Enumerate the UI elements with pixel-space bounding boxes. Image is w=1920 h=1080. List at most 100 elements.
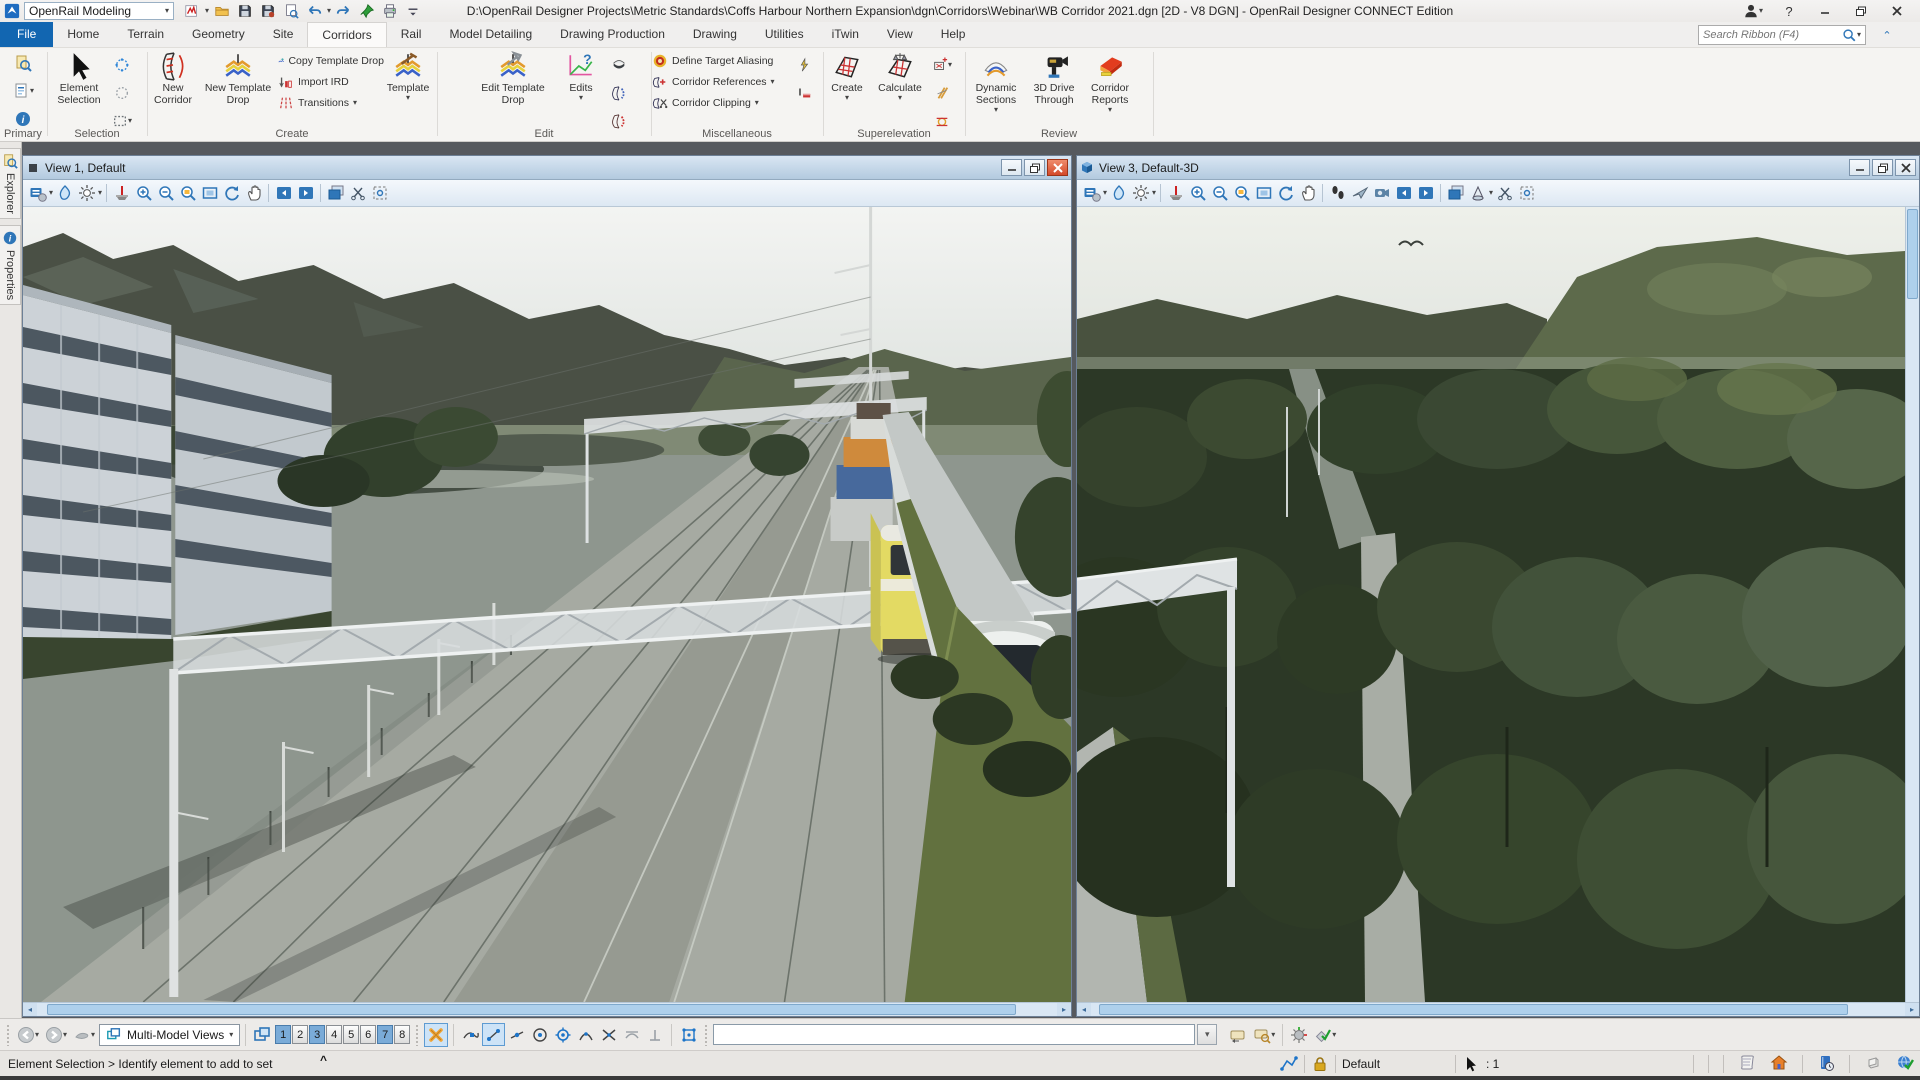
scis-button[interactable]: [347, 183, 368, 204]
printer-button[interactable]: [380, 1, 400, 21]
superelevation-create-button[interactable]: Create ▾: [824, 50, 870, 103]
corridor-clipping-button[interactable]: Corridor Clipping ▾: [652, 94, 790, 112]
template-button[interactable]: Template ▾: [384, 50, 432, 103]
view-toggle-8[interactable]: 8: [394, 1025, 411, 1044]
chevron-down-icon[interactable]: ▾: [1489, 189, 1493, 197]
zout-button[interactable]: [1209, 183, 1230, 204]
view-toggle-6[interactable]: 6: [360, 1025, 377, 1044]
scroll-left-arrow[interactable]: ◂: [23, 1003, 37, 1016]
va-button[interactable]: [27, 183, 48, 204]
view3-vscrollbar[interactable]: [1905, 207, 1919, 1002]
misc-bolt-button[interactable]: [794, 53, 814, 77]
tab-geometry[interactable]: Geometry: [178, 22, 259, 47]
save-button[interactable]: [235, 1, 255, 21]
view3-minimize-button[interactable]: [1849, 159, 1870, 176]
sb-scroll-button[interactable]: [1738, 1054, 1756, 1075]
pan-button[interactable]: [243, 183, 264, 204]
dynamic-sections-button[interactable]: Dynamic Sections ▾: [966, 50, 1026, 115]
key-in-input[interactable]: [713, 1024, 1196, 1045]
sun-button[interactable]: [1130, 183, 1151, 204]
chevron-down-icon[interactable]: ▾: [327, 7, 331, 15]
printpre-button[interactable]: [281, 1, 301, 21]
element-selection-button[interactable]: Element Selection: [48, 50, 110, 107]
tab-drawing-production[interactable]: Drawing Production: [546, 22, 679, 47]
superelevation-editor-button[interactable]: ▾: [930, 53, 954, 77]
selection-ellipse-button[interactable]: [110, 53, 134, 77]
view3-titlebar[interactable]: View 3, Default-3D: [1077, 156, 1919, 180]
account-button[interactable]: ▾: [1740, 2, 1766, 20]
sb-cube-button[interactable]: [1864, 1054, 1882, 1075]
stamp-button[interactable]: [1165, 183, 1186, 204]
scroll-right-arrow[interactable]: ▸: [1057, 1003, 1071, 1016]
accusnap-toggle-button[interactable]: [677, 1023, 700, 1046]
saved-views-button[interactable]: ▾: [71, 1023, 97, 1047]
tab-utilities[interactable]: Utilities: [751, 22, 818, 47]
restore-button[interactable]: [1848, 2, 1874, 20]
copyview-button[interactable]: [1445, 183, 1466, 204]
zin-button[interactable]: [133, 183, 154, 204]
copyview-button[interactable]: [325, 183, 346, 204]
chevron-down-icon[interactable]: ▾: [49, 189, 53, 197]
view1-titlebar[interactable]: View 1, Default: [23, 156, 1071, 180]
active-tool-button[interactable]: [424, 1022, 449, 1047]
search-icon[interactable]: [1841, 27, 1857, 43]
corridor-reports-button[interactable]: Corridor Reports ▾: [1082, 50, 1138, 115]
dock-tab-explorer[interactable]: Explorer: [0, 148, 21, 219]
dstyle-button[interactable]: [1108, 183, 1129, 204]
edit-template-drop-button[interactable]: Edit Template Drop: [473, 50, 553, 107]
rot-button[interactable]: [1275, 183, 1296, 204]
snap-perp-button[interactable]: [643, 1023, 666, 1046]
workflow-selector[interactable]: OpenRail Modeling ▾: [24, 2, 174, 20]
view1-minimize-button[interactable]: [1001, 159, 1022, 176]
superelevation-calculate-button[interactable]: Calculate ▾: [872, 50, 928, 103]
view1-viewport[interactable]: [23, 207, 1071, 1002]
view-toggle-7[interactable]: 7: [377, 1025, 394, 1044]
manage-view-groups-button[interactable]: [251, 1023, 273, 1047]
rot-button[interactable]: [221, 183, 242, 204]
pan-button[interactable]: [1297, 183, 1318, 204]
position-mapping-button[interactable]: ▾: [1251, 1023, 1277, 1047]
stamp-button[interactable]: [111, 183, 132, 204]
tab-model-detailing[interactable]: Model Detailing: [435, 22, 546, 47]
view1-close-button[interactable]: [1047, 159, 1068, 176]
zwin-button[interactable]: [1231, 183, 1252, 204]
qmore-button[interactable]: [403, 1, 423, 21]
locks-icon[interactable]: [1311, 1055, 1329, 1073]
snap-origin-button[interactable]: [551, 1023, 574, 1046]
sb-notes-button[interactable]: [1817, 1054, 1835, 1075]
cmask-button[interactable]: [369, 183, 390, 204]
tab-view[interactable]: View: [873, 22, 927, 47]
tab-drawing[interactable]: Drawing: [679, 22, 751, 47]
selection-circle-button[interactable]: [110, 81, 134, 105]
zwin-button[interactable]: [177, 183, 198, 204]
tab-corridors[interactable]: Corridors: [307, 22, 387, 47]
properties-button[interactable]: ▾: [10, 79, 36, 103]
chevron-down-icon[interactable]: ▾: [98, 189, 102, 197]
transitions-button[interactable]: Transitions ▾: [278, 94, 384, 112]
tab-itwin[interactable]: iTwin: [818, 22, 873, 47]
toggles-button[interactable]: ▾: [1312, 1023, 1338, 1047]
view3-restore-button[interactable]: [1872, 159, 1893, 176]
snap-int-button[interactable]: [597, 1023, 620, 1046]
search-ribbon-input[interactable]: [1703, 29, 1841, 41]
edit-key-stations-button[interactable]: [609, 81, 629, 105]
vnext-button[interactable]: [295, 183, 316, 204]
view3-close-button[interactable]: [1895, 159, 1916, 176]
new-template-drop-button[interactable]: New Template Drop: [198, 50, 278, 107]
snap-mid-button[interactable]: [505, 1023, 528, 1046]
snap-bisector-button[interactable]: [574, 1023, 597, 1046]
key-in-dropdown-button[interactable]: ▾: [1197, 1024, 1218, 1045]
snap-center-button[interactable]: [528, 1023, 551, 1046]
scroll-left-arrow[interactable]: ◂: [1077, 1003, 1091, 1016]
snap-near-button[interactable]: [459, 1023, 482, 1046]
close-button[interactable]: [1884, 2, 1910, 20]
view3-hscrollbar[interactable]: ◂ ▸: [1077, 1002, 1919, 1016]
view1-hscrollbar[interactable]: ◂ ▸: [23, 1002, 1071, 1016]
tab-help[interactable]: Help: [927, 22, 980, 47]
zin-button[interactable]: [1187, 183, 1208, 204]
explorer-button[interactable]: [12, 51, 34, 75]
sb-globe-button[interactable]: [1896, 1054, 1914, 1075]
drive-through-button[interactable]: 3D Drive Through: [1026, 50, 1082, 107]
sb-home-button[interactable]: [1770, 1054, 1788, 1075]
fit-button[interactable]: [1253, 183, 1274, 204]
